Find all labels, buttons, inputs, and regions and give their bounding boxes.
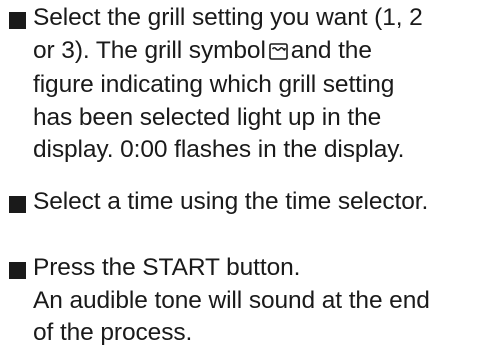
instruction-text: Select the grill setting you want (1, 2 … [33,2,485,167]
bullet-square-icon [9,262,26,279]
instruction-text: Press the START button. An audible tone … [33,254,430,346]
instruction-text: Select a time using the time selector. [33,188,429,215]
bullet-square-icon [9,12,26,29]
grill-symbol-icon [268,37,288,70]
bullet-square-icon [9,196,26,213]
